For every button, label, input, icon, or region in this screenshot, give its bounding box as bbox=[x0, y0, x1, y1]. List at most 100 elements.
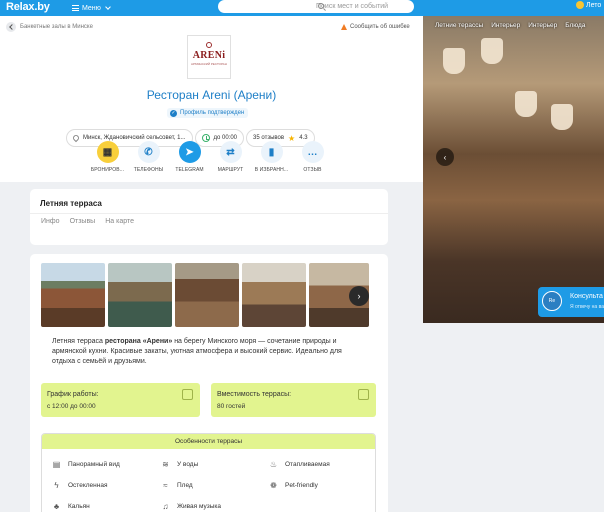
weather-widget[interactable]: Лето bbox=[576, 1, 601, 9]
chevron-right-icon: › bbox=[357, 291, 361, 301]
verified-badge: Профиль подтвержден bbox=[167, 108, 249, 118]
breadcrumb-label[interactable]: Банкетные залы в Минске bbox=[20, 24, 93, 30]
feature-item: ϟ Остекленная bbox=[52, 481, 107, 490]
venue-header: Банкетные залы в Минске Сообщить об ошиб… bbox=[0, 16, 423, 182]
consultant-subtitle: Я отвечу на ва bbox=[570, 304, 604, 310]
feature-item: ♣ Кальян bbox=[52, 502, 90, 511]
music-icon: ♫ bbox=[162, 502, 169, 511]
feature-item: ▤ Панорамный вид bbox=[52, 460, 120, 469]
capacity-box: Вместимость террасы: 80 гостей bbox=[211, 383, 376, 417]
comment-icon: … bbox=[301, 141, 324, 163]
feature-label: Живая музыка bbox=[177, 503, 221, 510]
feature-item: ♨ Отапливаемая bbox=[269, 460, 330, 469]
action-review[interactable]: … ОТЗЫВ bbox=[292, 141, 333, 173]
action-phones[interactable]: ✆ ТЕЛЕФОНЫ bbox=[128, 141, 169, 173]
lamp-shape bbox=[481, 38, 503, 64]
section-tabs-card: Летняя терраса Инфо Отзывы На карте bbox=[30, 189, 388, 245]
photo-tab[interactable]: Интерьер bbox=[491, 22, 520, 29]
terrace-description: Летняя терраса ресторана «Арени» на бере… bbox=[52, 337, 362, 367]
tab-map[interactable]: На карте bbox=[105, 218, 134, 225]
breadcrumb[interactable]: Банкетные залы в Минске bbox=[6, 22, 93, 32]
hero-photo[interactable]: Летние терассы Интерьер Интерьер Блюда ‹ bbox=[423, 16, 604, 323]
search-placeholder: Поиск мест и событий bbox=[316, 3, 389, 10]
description-text: Летняя терраса bbox=[52, 338, 105, 345]
gallery-next-button[interactable]: › bbox=[349, 286, 369, 306]
schedule-value: с 12:00 до 00:00 bbox=[47, 403, 96, 410]
action-bar: ▦ БРОНИРОВ... ✆ ТЕЛЕФОНЫ ➤ TELEGRAM ⇄ МА… bbox=[87, 141, 333, 173]
feature-label: Pet-friendly bbox=[285, 482, 318, 489]
site-logo[interactable]: Relax.by bbox=[6, 1, 50, 13]
grid-icon bbox=[182, 389, 193, 400]
photo-tab[interactable]: Блюда bbox=[565, 22, 585, 29]
telegram-icon: ➤ bbox=[178, 141, 201, 163]
water-icon: ≋ bbox=[162, 460, 169, 469]
route-icon: ⇄ bbox=[219, 141, 242, 163]
features-title: Особенности террасы bbox=[42, 434, 375, 449]
page-title: Ресторан Areni (Арени) bbox=[146, 88, 277, 102]
bookmark-icon: ▮ bbox=[260, 141, 283, 163]
terrace-details-card: › Летняя терраса ресторана «Арени» на бе… bbox=[30, 254, 388, 512]
terrace-features: Особенности террасы ▤ Панорамный вид ≋ У… bbox=[41, 433, 376, 512]
consultant-avatar: Re bbox=[542, 291, 562, 311]
feature-label: У воды bbox=[177, 461, 199, 468]
feature-label: Отапливаемая bbox=[285, 461, 330, 468]
back-arrow-icon[interactable] bbox=[6, 22, 16, 32]
lamp-shape bbox=[443, 48, 465, 74]
action-route[interactable]: ⇄ МАРШРУТ bbox=[210, 141, 251, 173]
consultant-widget[interactable]: Re Консульта Я отвечу на ва bbox=[538, 287, 604, 317]
warning-icon bbox=[341, 24, 347, 30]
tab-reviews[interactable]: Отзывы bbox=[70, 218, 96, 225]
gallery-photo[interactable] bbox=[108, 263, 172, 327]
weather-label: Лето bbox=[586, 1, 602, 9]
action-label: ТЕЛЕФОНЫ bbox=[133, 167, 164, 173]
schedule-box: График работы: с 12:00 до 00:00 bbox=[41, 383, 200, 417]
photo-tab[interactable]: Летние терассы bbox=[435, 22, 483, 29]
hamburger-icon bbox=[72, 5, 79, 11]
section-title: Летняя терраса bbox=[40, 199, 102, 208]
lamp-shape bbox=[515, 91, 537, 117]
phone-icon: ✆ bbox=[137, 141, 160, 163]
gallery-photo[interactable] bbox=[175, 263, 239, 327]
feature-label: Панорамный вид bbox=[68, 461, 120, 468]
feature-label: Остекленная bbox=[68, 482, 108, 489]
search-input[interactable]: Поиск мест и событий bbox=[218, 0, 414, 13]
heater-icon: ♨ bbox=[269, 460, 278, 469]
logo-name: ARENi bbox=[192, 50, 226, 61]
photo-tabs: Летние терассы Интерьер Интерьер Блюда bbox=[435, 22, 585, 29]
section-tabs: Инфо Отзывы На карте bbox=[41, 218, 134, 225]
feature-item: ♫ Живая музыка bbox=[161, 502, 222, 511]
chevron-down-icon bbox=[105, 3, 111, 10]
action-label: TELEGRAM bbox=[175, 167, 204, 173]
divider bbox=[30, 213, 388, 214]
glass-icon: ϟ bbox=[54, 481, 59, 490]
right-column-background bbox=[423, 323, 604, 512]
gallery-photo[interactable] bbox=[242, 263, 306, 327]
photo-prev-button[interactable]: ‹ bbox=[436, 148, 454, 166]
paw-icon: ❁ bbox=[270, 481, 277, 490]
top-navigation-bar: Relax.by Меню Поиск мест и событий Лето bbox=[0, 0, 604, 16]
action-telegram[interactable]: ➤ TELEGRAM bbox=[169, 141, 210, 173]
restaurant-logo: ARENi АРМЯНСКИЙ РЕСТОРАН bbox=[187, 35, 231, 79]
action-favorites[interactable]: ▮ В ИЗБРАНН... bbox=[251, 141, 292, 173]
capacity-title: Вместимость террасы: bbox=[217, 391, 292, 398]
hookah-icon: ♣ bbox=[53, 502, 60, 511]
action-label: МАРШРУТ bbox=[217, 167, 244, 173]
tab-info[interactable]: Инфо bbox=[41, 218, 60, 225]
report-error-link[interactable]: Сообщить об ошибке bbox=[341, 24, 410, 30]
feature-item: ❁ Pet-friendly bbox=[269, 481, 318, 490]
menu-button[interactable]: Меню bbox=[72, 0, 111, 16]
consultant-title: Консульта bbox=[570, 293, 603, 300]
gallery-photo[interactable] bbox=[41, 263, 105, 327]
action-label: ОТЗЫВ bbox=[303, 167, 322, 173]
main-content: Банкетные залы в Минске Сообщить об ошиб… bbox=[0, 16, 423, 512]
logo-emblem bbox=[206, 42, 212, 48]
photo-tab[interactable]: Интерьер bbox=[528, 22, 557, 29]
feature-item: ≈ Плед bbox=[161, 481, 192, 490]
photo-gallery bbox=[41, 263, 369, 327]
report-error-label: Сообщить об ошибке bbox=[350, 24, 410, 30]
action-booking[interactable]: ▦ БРОНИРОВ... bbox=[87, 141, 128, 173]
panorama-icon: ▤ bbox=[52, 460, 61, 469]
action-label: БРОНИРОВ... bbox=[90, 167, 125, 173]
blanket-icon: ≈ bbox=[163, 481, 168, 490]
feature-label: Кальян bbox=[68, 503, 90, 510]
